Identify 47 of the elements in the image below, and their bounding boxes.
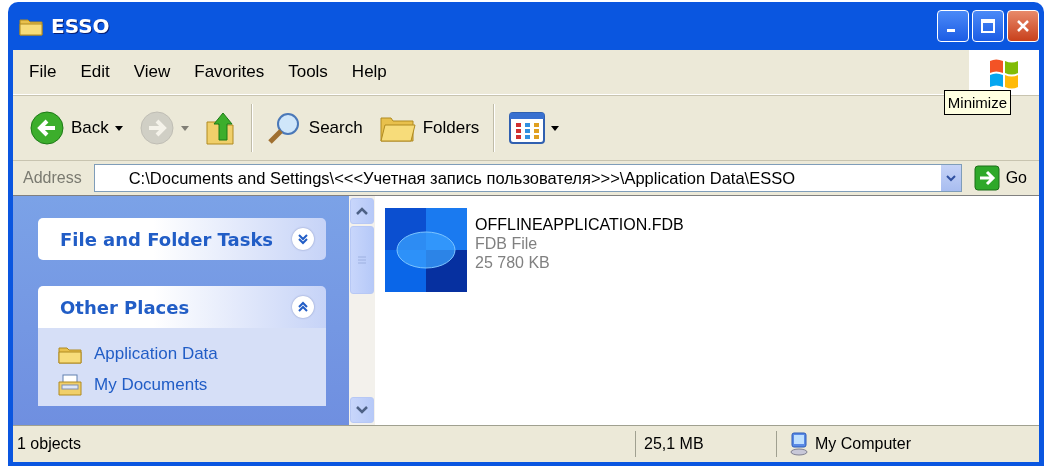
file-size: 25 780 KB xyxy=(475,254,551,272)
file-name: OFFLINEAPPLICATION.FDB xyxy=(475,216,684,234)
place-link[interactable]: My Documents xyxy=(94,375,208,395)
place-link[interactable]: Application Data xyxy=(94,344,218,364)
panel-header[interactable]: File and Folder Tasks xyxy=(38,218,326,260)
dropdown-caret-icon[interactable] xyxy=(945,174,956,182)
status-zone: My Computer xyxy=(815,435,912,453)
caret-icon xyxy=(180,125,189,131)
folders-button[interactable]: Folders xyxy=(372,108,486,148)
file-type: FDB File xyxy=(475,235,539,253)
collapse-chevron-icon[interactable] xyxy=(297,300,309,314)
scroll-down-icon[interactable] xyxy=(356,406,368,414)
menu-item[interactable]: Tools xyxy=(276,58,340,86)
address-field[interactable]: C:\Documents and Settings\<<<Учетная запись пользователя>>>\Application Data\ESSO xyxy=(93,164,962,192)
scrollbar[interactable] xyxy=(349,196,375,425)
views-grid-icon xyxy=(509,112,546,144)
folder-icon xyxy=(19,16,43,36)
caret-icon xyxy=(114,125,123,131)
up-folder-icon xyxy=(204,110,237,146)
address-label: Address xyxy=(22,169,83,187)
minimize-icon xyxy=(946,28,955,32)
grip-icon xyxy=(357,255,367,265)
menu-item[interactable]: File xyxy=(17,58,69,86)
menu-item[interactable]: View xyxy=(121,58,183,86)
panel-header[interactable]: Other Places xyxy=(38,286,326,328)
search-button[interactable]: Search xyxy=(260,106,369,150)
computer-icon xyxy=(789,432,809,456)
menu-item[interactable]: Help xyxy=(339,58,399,86)
folder-icon xyxy=(58,344,82,364)
tooltip: Minimize xyxy=(943,90,1011,115)
menu-item[interactable]: Favorites xyxy=(182,58,277,86)
back-button[interactable]: Back xyxy=(23,106,129,150)
database-file-icon[interactable] xyxy=(385,208,467,292)
documents-icon xyxy=(58,374,82,396)
window-title: ESSO xyxy=(51,14,111,38)
close-icon xyxy=(1015,18,1031,34)
menu-item[interactable]: Edit xyxy=(68,58,122,86)
scroll-up-icon[interactable] xyxy=(356,207,368,215)
maximize-button[interactable] xyxy=(972,10,1004,42)
expand-chevron-icon[interactable] xyxy=(297,232,309,246)
caret-icon xyxy=(551,125,560,131)
go-button[interactable]: Go xyxy=(967,165,1035,191)
maximize-icon xyxy=(980,18,996,34)
status-text: 1 objects xyxy=(16,435,83,453)
close-button[interactable] xyxy=(1007,10,1039,42)
minimize-button[interactable] xyxy=(937,10,969,42)
status-size: 25,1 MB xyxy=(635,431,776,457)
